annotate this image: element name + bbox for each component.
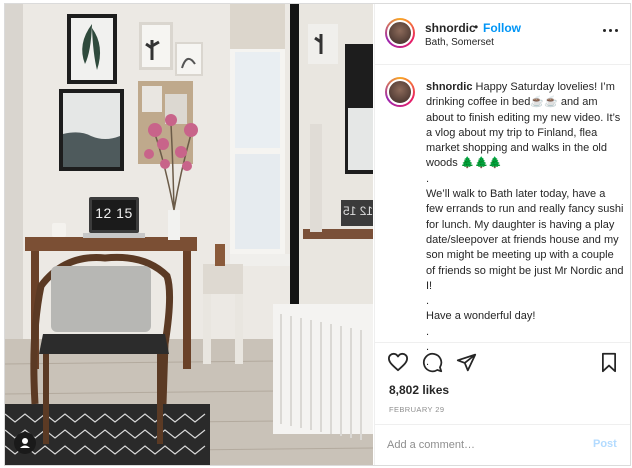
mirror-clock-text: 12 15 [342,204,373,218]
caption-line-2: . [426,172,430,185]
comment-bar: Post [375,424,630,465]
caption-username[interactable]: shnordic [426,81,472,93]
follow-button[interactable]: Follow [483,21,521,35]
heart-icon[interactable] [387,352,409,372]
user-silhouette-icon [20,438,30,448]
post-date[interactable]: FEBRUARY 29 [389,405,444,414]
likes-count[interactable]: 8,802 likes [389,383,449,397]
caption-author-avatar[interactable] [385,77,415,107]
action-bar [375,349,630,375]
author-avatar[interactable] [385,18,415,48]
bookmark-icon[interactable] [600,352,618,373]
author-username[interactable]: shnordic [425,21,476,35]
caption-line-4: . [426,295,430,308]
more-options-icon[interactable] [599,24,621,38]
paper-plane-icon[interactable] [456,352,477,373]
caption-section: shnordic Happy Saturday lovelies! I’m dr… [375,65,630,368]
post-location[interactable]: Bath, Somerset [425,37,494,48]
caption-line-3: We’ll walk to Bath later today, have a f… [426,188,624,292]
comment-bubble-icon[interactable] [422,352,443,373]
post-photo[interactable]: 12 15 12 15 [5,4,373,465]
post-side-panel: shnordic • Follow Bath, Somerset shnordi… [374,4,630,465]
instagram-post-card: 12 15 12 15 shnordic • Follow Bath, Some… [4,3,631,466]
caption-line-6: . [426,325,430,338]
caption-text: shnordic Happy Saturday lovelies! I’m dr… [426,80,624,371]
room-scene-image [5,4,373,465]
header-separator: • [474,20,479,34]
laptop-clock-text: 12 15 [95,205,133,221]
caption-line-1: shnordic Happy Saturday lovelies! I’m dr… [426,81,621,170]
comment-input[interactable] [387,436,587,454]
user-tag-icon[interactable] [14,432,36,454]
caption-line-5: Have a wonderful day! [426,310,536,323]
post-comment-button[interactable]: Post [593,438,617,450]
post-header: shnordic • Follow Bath, Somerset [375,4,630,65]
